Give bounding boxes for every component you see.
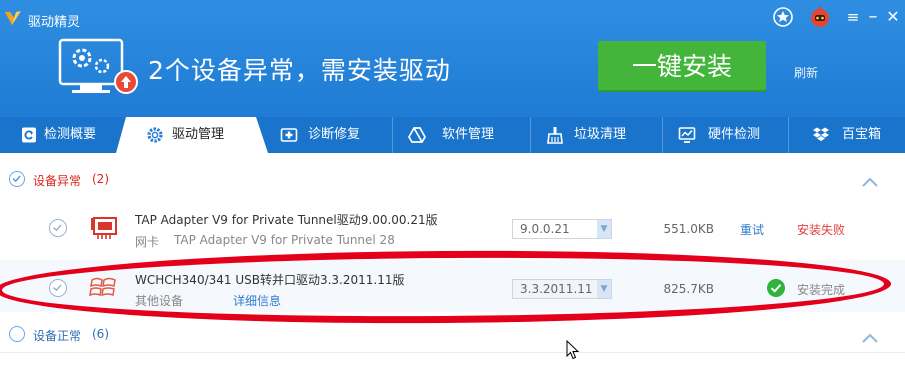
tab-junk-cleanup[interactable]: 垃圾清理 [534,117,658,153]
group-count: (6) [92,327,109,341]
close-icon[interactable]: ✕ [884,8,902,26]
tab-toolbox[interactable]: 百宝箱 [792,117,905,153]
device-row[interactable]: TAP Adapter V9 for Private Tunnel驱动9.00.… [0,202,905,254]
row-checkbox[interactable] [49,219,67,237]
network-card-icon [91,217,117,239]
check-icon [12,175,21,183]
gear-icon [147,127,163,143]
device-detail: TAP Adapter V9 for Private Tunnel 28 [174,233,395,247]
group-title: 设备异常 [33,174,82,188]
dropbox-icon [813,127,829,141]
app-logo-icon [5,11,21,25]
group-title: 设备正常 [33,329,82,343]
app-header: 驱动精灵 ≡ – ✕ 2个设备异常，需安装驱动 一键安装 刷新 [0,0,905,117]
version-select[interactable]: 9.0.0.21 ▼ [512,219,612,239]
minimize-icon[interactable]: – [864,8,882,26]
group-header-abnormal[interactable]: 设备异常 (2) [0,162,905,198]
tab-label: 百宝箱 [842,127,882,142]
install-status-failed: 安装失败 [797,223,846,237]
tab-diagnose-repair[interactable]: 诊断修复 [268,117,388,153]
tab-driver-management[interactable]: 驱动管理 [116,117,268,153]
main-tab-bar: 检测概要 驱动管理 诊断修复 软件管理 垃圾清理 硬件检测 百宝箱 [0,117,905,153]
robot-mascot-icon[interactable] [808,5,832,29]
retry-link[interactable]: 重试 [740,221,764,238]
mouse-cursor-icon [566,340,580,360]
tab-label: 检测概要 [44,127,97,142]
device-category: 网卡 [135,235,160,249]
broom-icon [547,127,563,144]
tab-divider [392,117,393,153]
refresh-doc-icon [22,127,36,143]
group-checkbox[interactable] [9,326,25,342]
dropdown-arrow-icon: ▼ [597,220,611,238]
tab-divider [662,117,663,153]
status-message: 2个设备异常，需安装驱动 [148,56,451,85]
collapse-chevron-icon[interactable] [861,332,879,344]
collapse-chevron-icon[interactable] [861,176,879,188]
chart-monitor-icon [678,127,696,143]
tab-software-management[interactable]: 软件管理 [396,117,526,153]
medical-cross-icon [280,128,298,142]
driver-size: 551.0KB [663,222,714,236]
version-value: 9.0.0.21 [520,222,570,236]
one-click-install-button[interactable]: 一键安装 [598,41,766,92]
drive-triangle-icon [408,127,426,143]
tab-divider [530,117,531,153]
group-checkbox[interactable] [9,171,25,187]
check-icon [53,224,62,232]
tab-label: 软件管理 [442,127,495,142]
group-count: (2) [92,172,109,186]
star-badge-icon[interactable] [772,6,794,28]
device-name: TAP Adapter V9 for Private Tunnel驱动9.00.… [135,213,438,227]
menu-icon[interactable]: ≡ [844,8,862,26]
app-title: 驱动精灵 [28,15,81,30]
device-warning-illustration-icon [58,38,138,94]
tab-label: 诊断修复 [308,127,361,142]
tab-label: 硬件检测 [708,127,761,142]
tab-label: 驱动管理 [172,127,225,142]
tab-label: 垃圾清理 [574,127,627,142]
tab-hardware-detection[interactable]: 硬件检测 [666,117,784,153]
tab-detection-overview[interactable]: 检测概要 [0,117,116,153]
refresh-link[interactable]: 刷新 [794,64,818,81]
divider [0,352,905,353]
tab-divider [788,117,789,153]
